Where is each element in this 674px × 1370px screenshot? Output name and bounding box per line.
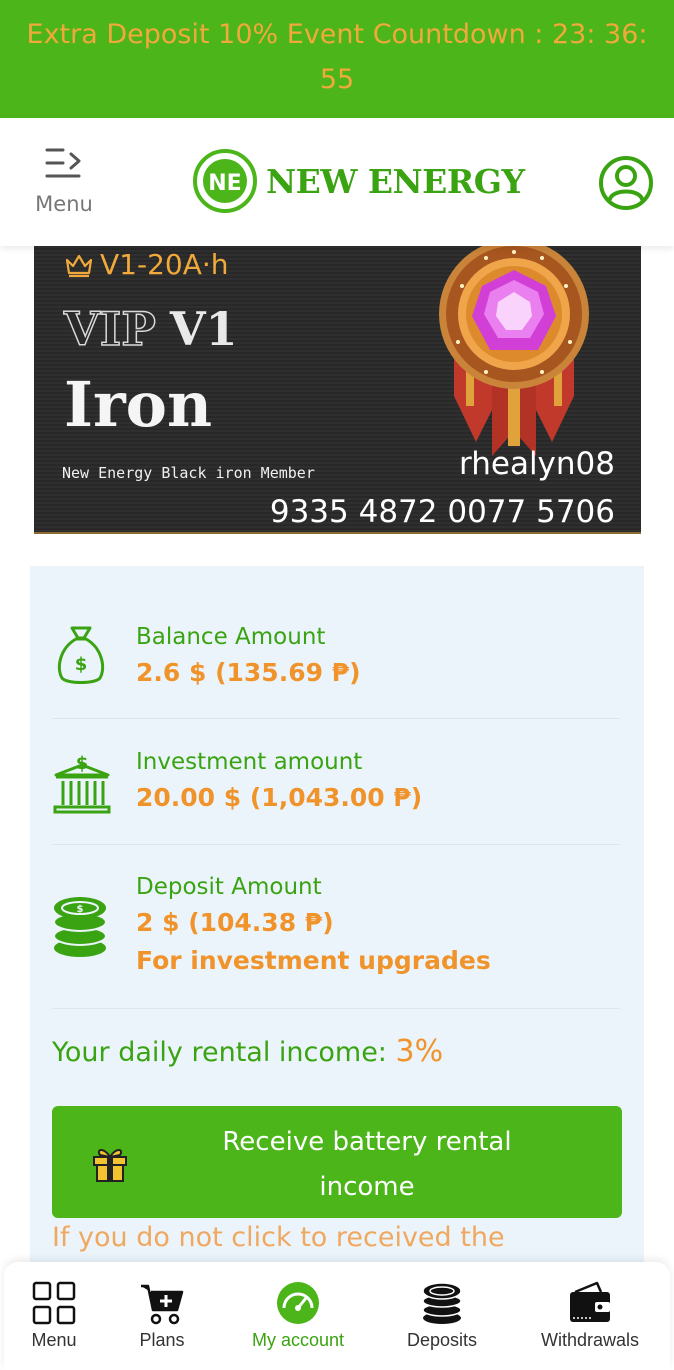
nav-deposits-label: Deposits	[406, 1330, 478, 1350]
app-header: Menu NE NEW ENERGY	[0, 118, 674, 246]
grid-icon	[32, 1281, 76, 1325]
menu-icon	[45, 148, 81, 178]
speedometer-icon	[277, 1282, 319, 1324]
receive-income-line1: Receive battery rental	[222, 1127, 512, 1157]
balance-value: 2.6 $ (135.69 ₱)	[136, 658, 361, 687]
card-number: 9335 4872 0077 5706	[269, 494, 615, 530]
investment-value: 20.00 $ (1,043.00 ₱)	[136, 783, 423, 812]
nav-my-account-label: My account	[251, 1330, 345, 1350]
brand-name: NEW ENERGY	[266, 161, 525, 201]
daily-income-value: 3%	[395, 1034, 444, 1069]
nav-menu[interactable]: Menu	[22, 1280, 86, 1351]
nav-withdrawals[interactable]: Withdrawals	[534, 1280, 646, 1351]
daily-income: Your daily rental income: 3%	[52, 1034, 443, 1069]
divider	[52, 844, 620, 845]
deposit-value: 2 $ (104.38 ₱)	[136, 908, 334, 937]
deposit-label: Deposit Amount	[136, 874, 322, 900]
user-icon	[599, 156, 653, 210]
new-energy-logo-icon: NE	[193, 149, 257, 213]
username: rhealyn08	[459, 446, 615, 482]
crown-icon	[65, 254, 93, 277]
nav-menu-label: Menu	[31, 1330, 77, 1350]
vip-card: V1-20A·h VIP V1 Iron New Energy Black iro…	[34, 246, 641, 534]
investment-row: $ Investment amount 20.00 $ (1,043.00 ₱)	[52, 749, 620, 819]
receive-income-line2: income	[319, 1172, 415, 1202]
nav-plans-label: Plans	[139, 1330, 185, 1350]
svg-text:$: $	[77, 904, 84, 915]
balance-row: $ Balance Amount 2.6 $ (135.69 ₱)	[52, 624, 620, 694]
divider	[52, 718, 620, 719]
bank-icon: $	[53, 753, 111, 814]
money-bag-icon: $	[57, 626, 105, 684]
profile-button[interactable]	[598, 155, 654, 215]
countdown-banner: Extra Deposit 10% Event Countdown : 23: …	[0, 0, 674, 118]
menu-button[interactable]: Menu	[26, 140, 102, 220]
diamond-medal-icon	[439, 246, 589, 456]
member-description: New Energy Black iron Member	[62, 464, 315, 482]
cart-icon	[141, 1284, 184, 1325]
balance-label: Balance Amount	[136, 624, 326, 650]
menu-label: Menu	[35, 192, 93, 216]
warning-note: If you do not click to received the	[52, 1222, 505, 1253]
brand-logo[interactable]: NE NEW ENERGY	[192, 148, 525, 214]
nav-deposits[interactable]: Deposits	[400, 1280, 484, 1351]
coins-icon: $	[53, 897, 107, 957]
countdown-text: Extra Deposit 10% Event Countdown : 23: …	[26, 19, 648, 95]
vip-level-text: V1-20A·h	[100, 248, 229, 281]
wallet-icon	[570, 1281, 610, 1322]
deposit-row: $ Deposit Amount 2 $ (104.38 ₱) For inve…	[52, 874, 620, 984]
nav-my-account[interactable]: My account	[238, 1280, 358, 1351]
svg-text:$: $	[75, 654, 88, 675]
nav-plans[interactable]: Plans	[128, 1280, 196, 1351]
nav-withdrawals-label: Withdrawals	[540, 1330, 640, 1350]
account-panel: $ Balance Amount 2.6 $ (135.69 ₱) $ Inve…	[30, 566, 644, 1286]
bottom-nav: Menu Plans My account Deposits Withdrawa…	[4, 1262, 670, 1370]
vip-level: V1-20A·h	[64, 248, 229, 281]
receive-income-button[interactable]: Receive battery rental income	[52, 1106, 622, 1218]
gift-icon	[93, 1149, 127, 1182]
svg-text:NE: NE	[208, 171, 241, 196]
vip-word: VIP	[63, 301, 156, 357]
investment-label: Investment amount	[136, 749, 363, 775]
vip-level-code: V1	[169, 302, 238, 356]
daily-income-label: Your daily rental income:	[52, 1037, 396, 1068]
divider	[52, 1008, 620, 1009]
vip-title: VIP V1	[63, 301, 238, 357]
coins-icon	[422, 1282, 462, 1324]
deposit-note: For investment upgrades	[136, 946, 491, 975]
receive-income-label: Receive battery rental income	[182, 1120, 552, 1210]
vip-tier: Iron	[64, 368, 213, 441]
